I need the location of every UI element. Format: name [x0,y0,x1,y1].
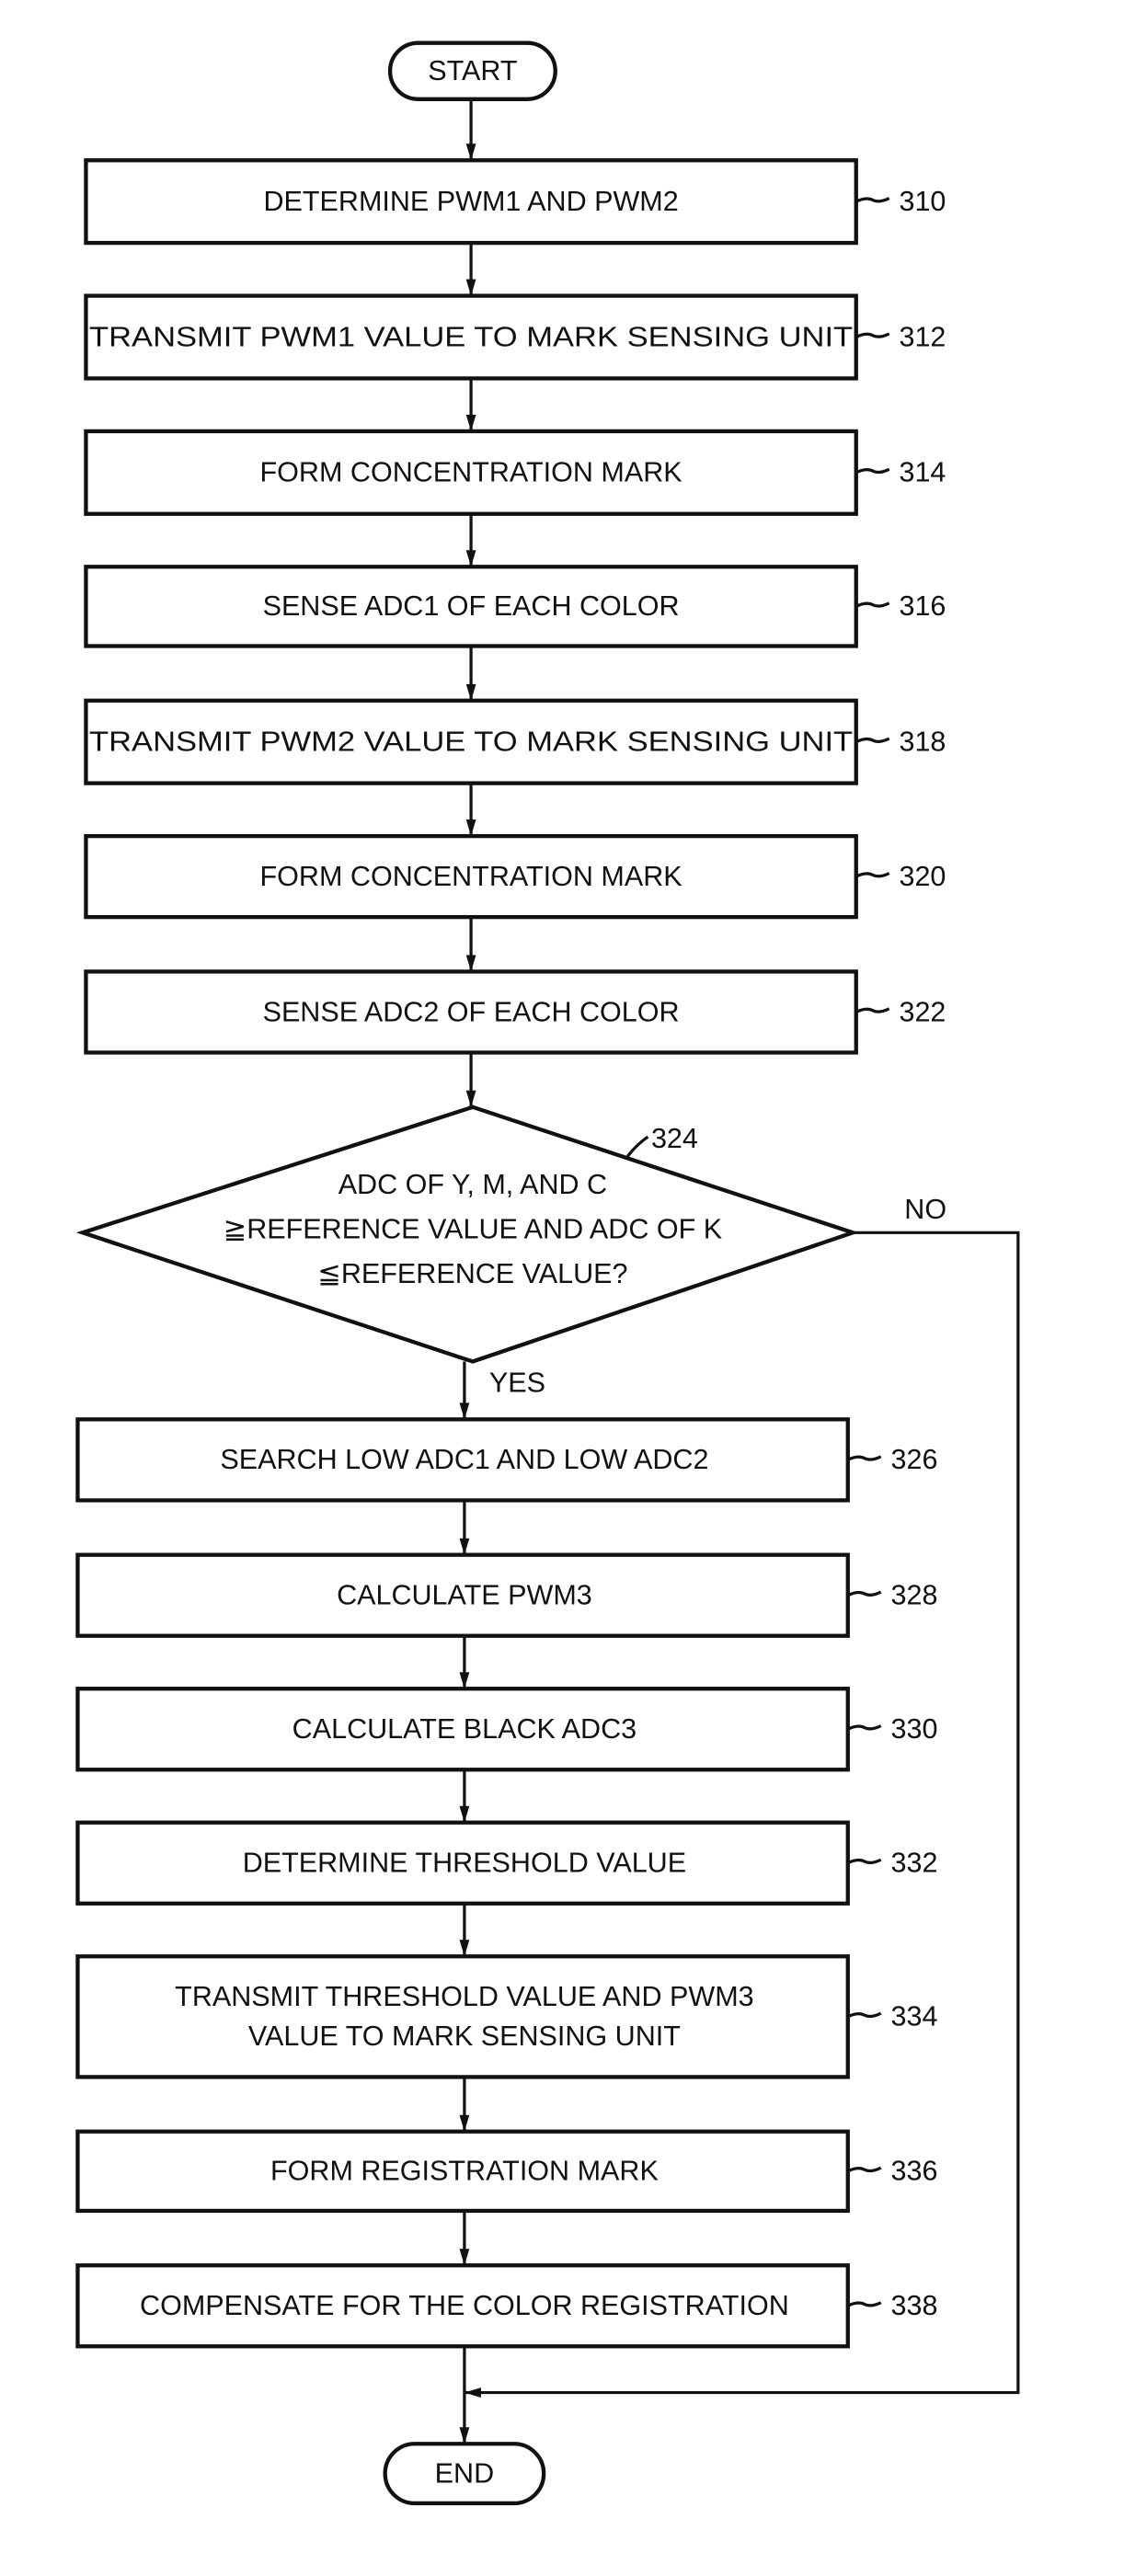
arrowhead-icon [459,2114,470,2132]
arrowhead-icon [459,2427,470,2444]
arrowhead-icon [465,683,476,701]
arrowhead-icon [459,2249,470,2266]
reference-number-324: 324 [651,1123,698,1154]
reference-leader-line [855,872,890,878]
decision-text: ≦REFERENCE VALUE? [317,1258,627,1289]
arrowhead-icon [459,1672,470,1689]
start-label: START [428,55,517,86]
reference-leader-line [847,1455,882,1461]
reference-number-330: 330 [890,1713,937,1745]
reference-leader-line [847,1858,882,1865]
decision-text: ADC OF Y, M, AND C [338,1169,607,1200]
process-text-332: DETERMINE THRESHOLD VALUE [243,1848,686,1879]
process-text-334: VALUE TO MARK SENSING UNIT [248,2021,681,2052]
process-text-320: FORM CONCENTRATION MARK [260,861,683,892]
process-text-314: FORM CONCENTRATION MARK [260,457,683,488]
reference-leader-line [847,2301,882,2307]
decision-text: ≧REFERENCE VALUE AND ADC OF K [224,1214,723,1245]
reference-leader-line [855,601,890,608]
arrowhead-icon [465,143,476,161]
reference-number-338: 338 [890,2290,937,2321]
reference-leader-line [847,2166,882,2173]
arrowhead-icon [459,1402,470,1420]
reference-number-320: 320 [899,861,946,892]
arrowhead-icon [465,550,476,567]
yes-branch-label: YES [489,1368,545,1399]
reference-number-326: 326 [890,1444,937,1475]
arrowhead-icon [465,819,476,837]
reference-leader-line [855,332,890,338]
reference-leader-line [855,1007,890,1013]
arrowhead-icon [465,955,476,972]
no-branch-label: NO [904,1194,946,1225]
no-branch-line [464,1231,1020,2395]
reference-leader-line [847,2011,882,2019]
reference-number-312: 312 [899,321,946,352]
reference-number-316: 316 [899,590,946,622]
arrowhead-icon [459,1805,470,1823]
arrowhead-icon [459,1940,470,1957]
reference-number-322: 322 [899,996,946,1027]
arrowhead-icon [459,1538,470,1555]
process-text-316: SENSE ADC1 OF EACH COLOR [263,590,680,622]
process-text-322: SENSE ADC2 OF EACH COLOR [263,996,680,1027]
reference-leader-line [847,1724,882,1731]
process-text-326: SEARCH LOW ADC1 AND LOW ADC2 [220,1444,708,1475]
flowchart: START DETERMINE PWM1 AND PWM2 310 TRANSMIT … [75,40,1020,2506]
reference-leader-line [855,737,890,744]
process-box-334 [75,1954,850,2079]
process-text-328: CALCULATE PWM3 [337,1580,592,1611]
process-text-330: CALCULATE BLACK ADC3 [292,1713,637,1745]
process-text-310: DETERMINE PWM1 AND PWM2 [263,186,678,217]
arrowhead-icon [465,279,476,296]
reference-number-318: 318 [899,727,946,758]
process-text-334: TRANSMIT THRESHOLD VALUE AND PWM3 [175,1981,753,2012]
reference-number-332: 332 [890,1848,937,1879]
arrowhead-icon [465,414,476,431]
process-text-318: TRANSMIT PWM2 VALUE TO MARK SENSING UNIT [89,727,853,758]
process-text-336: FORM REGISTRATION MARK [270,2156,659,2187]
reference-number-334: 334 [890,2001,937,2032]
reference-leader-line [847,1590,882,1597]
reference-leader-line [855,197,890,203]
reference-number-314: 314 [899,457,946,488]
arrowhead-icon [465,1090,476,1107]
reference-number-336: 336 [890,2156,937,2187]
reference-leader-line [855,467,890,475]
end-label: END [435,2457,494,2489]
reference-number-310: 310 [899,186,946,217]
arrowhead-icon [464,2387,481,2398]
process-text-312: TRANSMIT PWM1 VALUE TO MARK SENSING UNIT [89,321,853,352]
process-text-338: COMPENSATE FOR THE COLOR REGISTRATION [140,2290,789,2321]
reference-number-328: 328 [890,1580,937,1611]
